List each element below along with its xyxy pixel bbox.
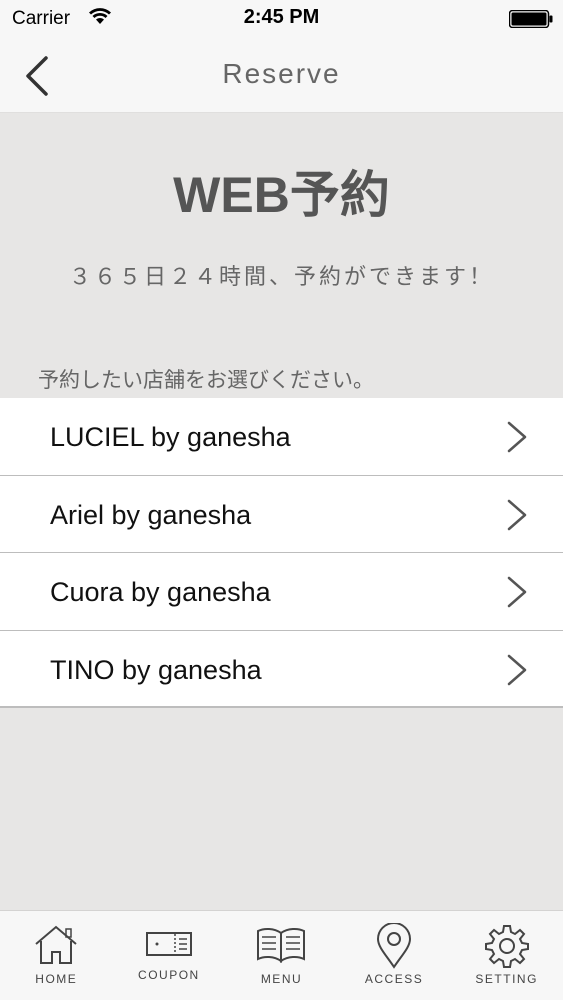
battery-icon (509, 10, 553, 28)
store-item-label: TINO by ganesha (50, 654, 262, 685)
tab-coupon[interactable]: COUPON (113, 911, 226, 1000)
chevron-right-icon (507, 499, 527, 530)
tab-home[interactable]: HOME (0, 911, 113, 1000)
store-item-label: Ariel by ganesha (50, 499, 252, 530)
tab-setting[interactable]: SETTING (450, 911, 563, 1000)
tab-label: MENU (260, 972, 303, 986)
store-item-tino[interactable]: TINO by ganesha (0, 630, 563, 708)
home-icon (35, 925, 77, 964)
store-list: LUCIEL by ganesha Ariel by ganesha Cuora… (0, 398, 563, 708)
navigation-bar: Reserve (0, 38, 563, 113)
store-item-luciel[interactable]: LUCIEL by ganesha (0, 398, 563, 476)
tab-menu[interactable]: MENU (225, 911, 338, 1000)
store-select-prompt: 予約したい店舗をお選びください。 (38, 369, 374, 392)
tab-label: HOME (35, 972, 78, 986)
hero-heading: WEB予約 (173, 167, 390, 223)
tab-label: ACCESS (364, 972, 424, 986)
coupon-icon (145, 932, 192, 956)
store-item-cuora[interactable]: Cuora by ganesha (0, 553, 563, 631)
tab-access[interactable]: ACCESS (338, 911, 451, 1000)
chevron-right-icon (507, 576, 527, 608)
tab-label: SETTING (475, 972, 538, 986)
status-bar: Carrier 2:45 PM (0, 0, 563, 38)
hero-subheading: ３６５日２４時間、予約ができます！ (68, 264, 494, 289)
tab-label: COUPON (138, 968, 200, 982)
map-pin-icon (377, 923, 412, 969)
hero-section: WEB予約 ３６５日２４時間、予約ができます！ (0, 113, 563, 363)
tab-bar: HOME COUPON MENU ACCESS SETTING (0, 910, 563, 1000)
book-icon (257, 927, 306, 963)
gear-icon (484, 925, 529, 968)
store-item-label: Cuora by ganesha (50, 577, 271, 607)
clock: 2:45 PM (243, 6, 320, 28)
chevron-right-icon (507, 654, 527, 685)
page-title: Reserve (222, 58, 341, 89)
chevron-right-icon (507, 421, 527, 453)
store-item-label: LUCIEL by ganesha (50, 422, 291, 452)
store-item-ariel[interactable]: Ariel by ganesha (0, 475, 563, 553)
